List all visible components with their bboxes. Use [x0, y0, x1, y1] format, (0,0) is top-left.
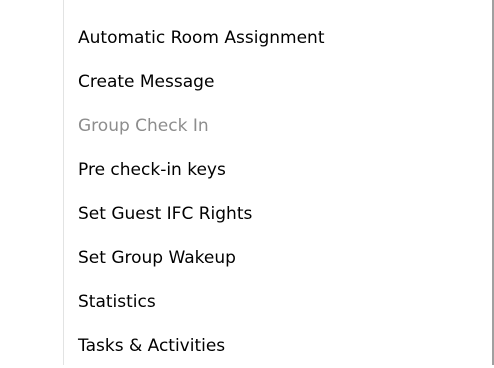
menu-items: Automatic Room Assignment Create Message…	[0, 16, 490, 368]
context-menu: Automatic Room Assignment Create Message…	[0, 0, 494, 365]
menu-item-tasks-activities[interactable]: Tasks & Activities	[0, 324, 490, 368]
menu-item-set-guest-ifc-rights[interactable]: Set Guest IFC Rights	[0, 192, 490, 236]
menu-item-statistics[interactable]: Statistics	[0, 280, 490, 324]
menu-item-pre-check-in-keys[interactable]: Pre check-in keys	[0, 148, 490, 192]
menu-item-create-message[interactable]: Create Message	[0, 60, 490, 104]
menu-item-set-group-wakeup[interactable]: Set Group Wakeup	[0, 236, 490, 280]
menu-item-automatic-room-assignment[interactable]: Automatic Room Assignment	[0, 16, 490, 60]
menu-item-group-check-in: Group Check In	[78, 116, 209, 136]
